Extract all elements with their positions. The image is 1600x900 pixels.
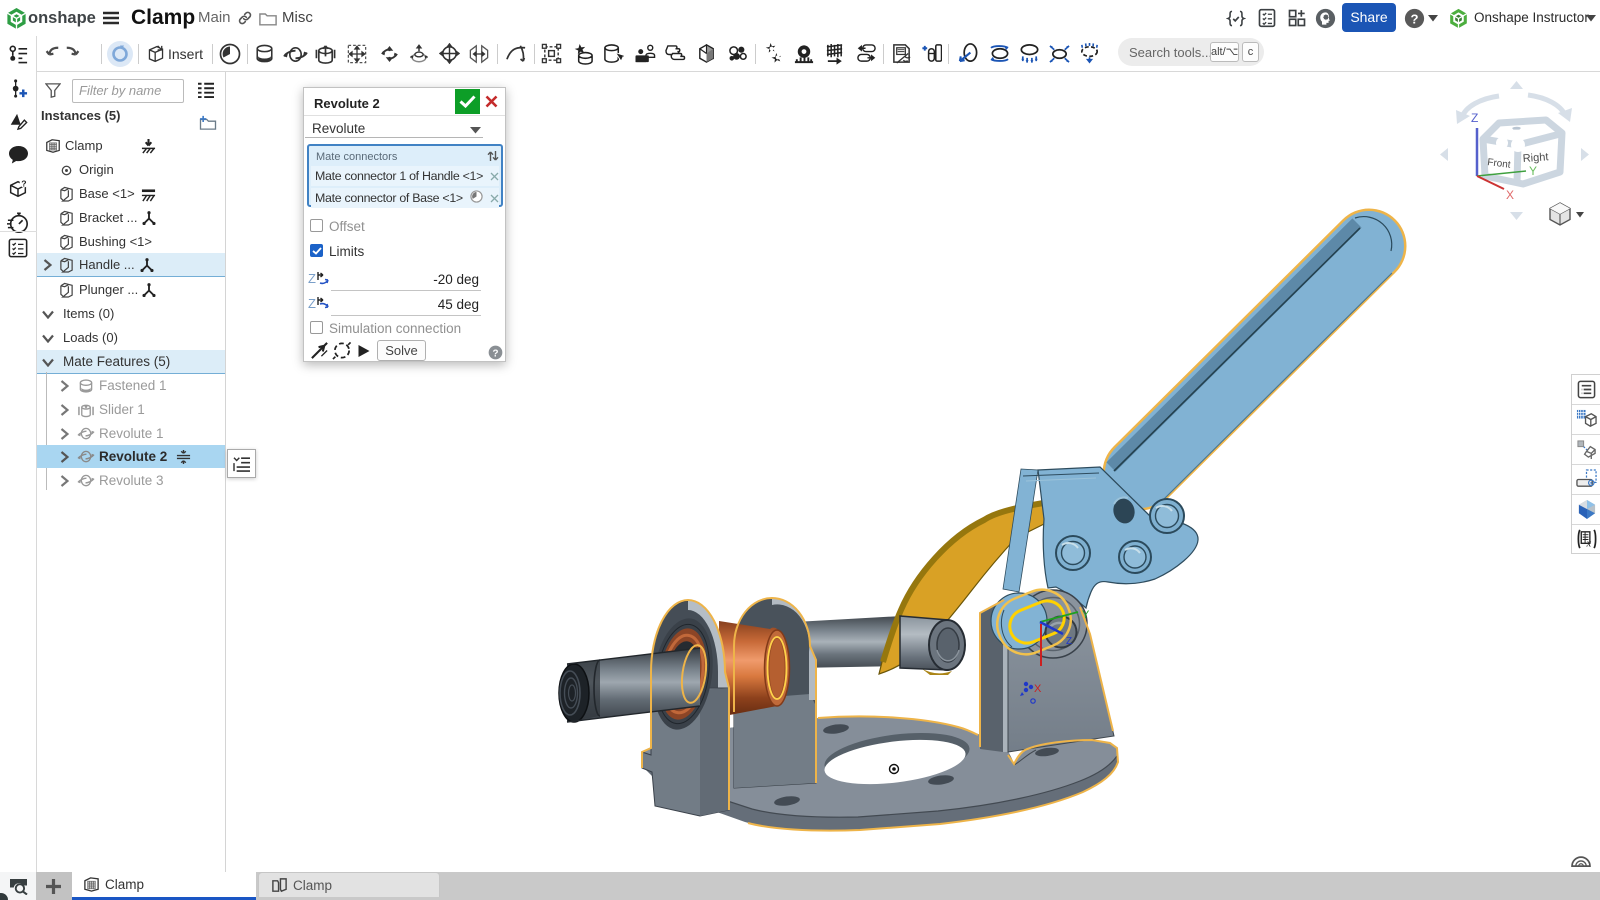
svg-text:Z: Z <box>308 271 316 286</box>
svg-text:Y: Y <box>1082 609 1090 621</box>
svg-text:x: x <box>1586 539 1592 550</box>
svg-text:X: X <box>1506 188 1514 202</box>
svg-text:Y: Y <box>1529 164 1537 178</box>
svg-text:Right: Right <box>1522 151 1548 165</box>
svg-text:X: X <box>1034 683 1042 695</box>
svg-text:?: ? <box>492 348 498 359</box>
svg-text:Z: Z <box>1066 636 1072 647</box>
svg-text:Z: Z <box>308 296 316 311</box>
svg-text:Z: Z <box>1471 111 1478 125</box>
